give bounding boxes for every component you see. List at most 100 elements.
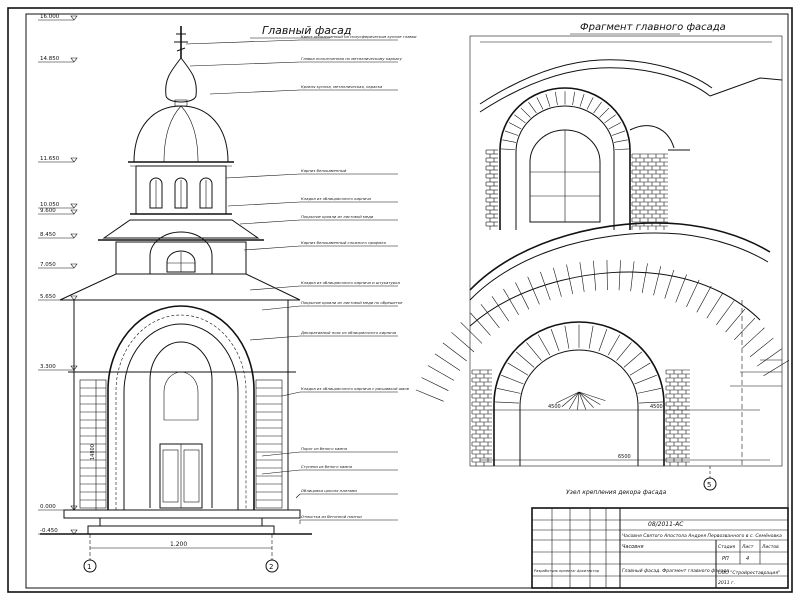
title-block-code: 08/2011-АС [648,521,684,528]
annotation-leader [210,90,300,94]
voussoir-joint [686,280,699,307]
level-label: 0.000 [40,504,56,510]
voussoir-joint [508,363,528,375]
main-facade-elevation: Главный фасад [38,14,417,572]
voussoir-joint [551,329,559,351]
lower-arch-inner [520,350,638,466]
annotation-text: Декоративный пояс из облицовочного кирпи… [300,330,397,335]
annotation-leader [244,246,300,250]
annotation-leader [190,62,300,66]
title-block-val-sheet: 4 [746,556,749,562]
axis-label-2: 2 [269,563,273,571]
annotation-text: Покрытие кровли из листовой меди [301,214,374,219]
title-block-col-sheet: Лист [741,544,754,550]
annotation-leader [262,452,300,456]
voussoir-joint [501,149,515,150]
title-block-year: 2011 г. [718,580,735,586]
voussoir-joint [471,313,491,335]
voussoir-joint [642,263,647,293]
voussoir-joint [707,293,723,318]
door-transom [164,372,198,420]
step-2 [88,526,274,534]
title-block: 08/2011-АС Часовня Святого Апостола Андр… [532,508,788,588]
voussoir-joint [697,286,711,312]
annotation-text: Крест позолоченный на полусферическом ку… [301,34,417,39]
voussoir-joint [497,388,520,393]
title-block-sheet-title: Главный фасад. Фрагмент главного фасада [622,568,729,574]
onion-cupola [166,58,197,102]
voussoir-joint [509,123,521,129]
level-triangle [71,16,77,20]
voussoir-joint [514,115,525,123]
annotation-leader [262,306,300,310]
level-triangle [71,204,77,208]
annotation-leader [228,202,300,206]
annotation-text: Кладка из облицовочного кирпича и штукат… [301,280,400,285]
annotation-leader [250,286,300,290]
voussoir-joint [599,108,609,118]
voussoir-joint [624,352,642,367]
level-triangle [71,296,77,300]
voussoir-joint [502,140,516,143]
title-block-val-stage: РП [722,556,729,562]
annotation-leader [186,40,300,44]
voussoir-joint [612,131,625,136]
level-label: 16.000 [40,14,60,20]
axis-label-5: 5 [707,481,711,489]
voussoir-joint [589,326,593,349]
title-block-col-stage: Стадия [718,544,736,550]
voussoir-joint [594,102,602,113]
voussoir-joint [750,338,773,357]
voussoir-joint [609,123,621,129]
upper-brick-courses [486,150,668,230]
annotation-leader [262,470,300,474]
level-label: 9.600 [40,208,56,214]
voussoir-joint [615,149,629,150]
voussoir-joint [526,342,541,360]
drawing-sheet: Главный фасад [0,0,800,600]
fan-line [579,392,600,405]
brick-arch-band [470,272,760,326]
cross [174,26,188,58]
annotation-text: Кладка из облицовочного кирпича с расшив… [301,386,410,391]
sheet-inner-frame [26,14,788,588]
voussoir-joint [555,92,557,105]
annotation-text: Ступени из белого камня [301,464,353,469]
outer-roof-arch [470,223,770,290]
voussoir-joint [639,402,663,403]
drawing-canvas: Главный фасад [0,0,800,600]
voussoir-joint [665,270,674,299]
voussoir-joint [565,326,569,349]
shoulder-roof [60,274,300,300]
voussoir-joint [580,94,584,107]
voussoir-joint [580,262,584,292]
voussoir-joint [538,335,550,355]
title-block-organization: ООО "Стройреставрация" [718,570,780,576]
voussoir-joint [757,349,782,366]
voussoir-joint [619,260,621,290]
title-block-author-note: Разработчик проекта: Архитектор [534,569,600,573]
annotation-text: Кровля купола, металлическая, окраска [301,84,383,89]
voussoir-joint [528,102,536,113]
annotation-leader [282,392,300,396]
plinth [64,510,300,518]
voussoir-joint [638,388,661,393]
voussoir-joint [635,375,657,384]
level-triangle [71,210,77,214]
voussoir-joint [516,352,534,367]
annotation-text: Карниз белокаменный сложного профиля [301,240,386,245]
level-triangle [71,158,77,162]
level-label: 7.050 [40,262,56,268]
voussoir-joint [505,131,518,136]
level-triangle [71,58,77,62]
voussoir-joint [608,335,620,355]
level-label: 11.650 [40,156,60,162]
annotation-leader [240,220,300,224]
voussoir-joint [742,328,764,348]
annotation-callouts: Крест позолоченный на полусферическом ку… [186,34,417,524]
fragment-title: Фрагмент главного фасада [580,22,726,33]
annotation-text: Порог из белого камня [301,446,348,451]
annotation-text: Облицовка цоколя плитами [301,488,357,493]
title-block-stage-name: Часовня [622,544,644,550]
annotation-text: Главка позолоченная по металлическому ка… [301,56,403,61]
